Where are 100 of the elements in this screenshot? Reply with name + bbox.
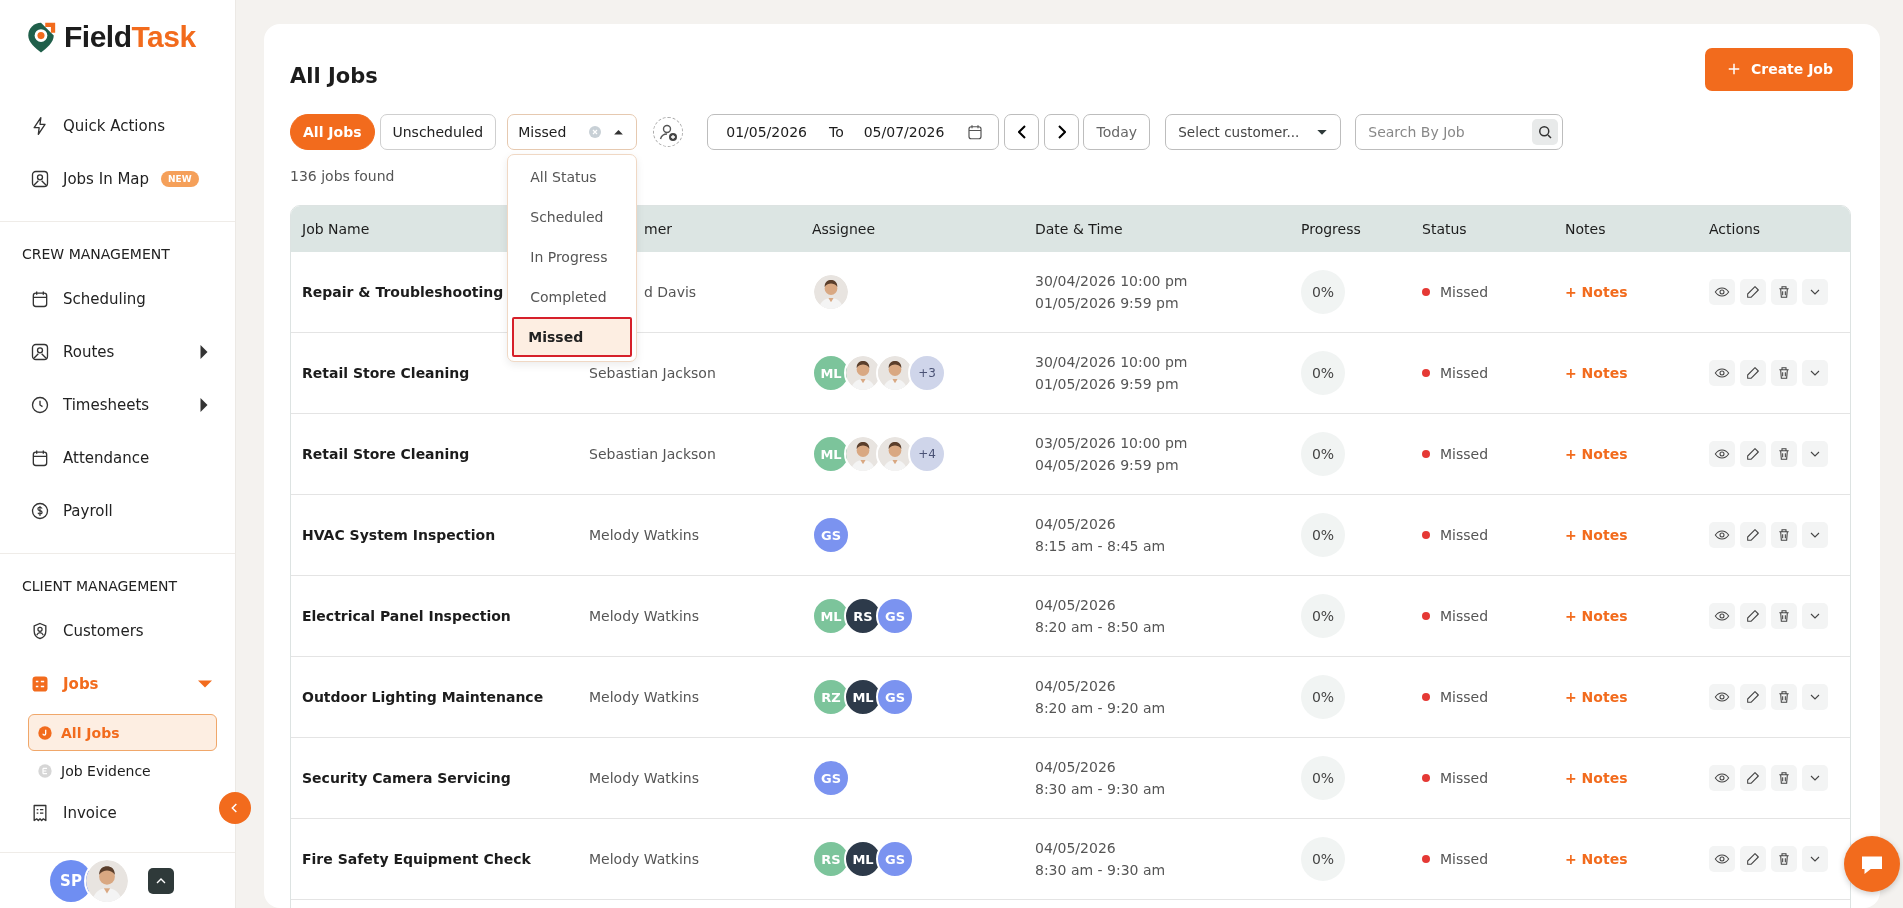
- status-text: Missed: [1440, 689, 1489, 705]
- view-icon: [1714, 284, 1730, 300]
- nav-item[interactable]: Quick Actions: [0, 99, 217, 152]
- view-button[interactable]: [1709, 522, 1735, 548]
- job-name: Retail Store Cleaning: [301, 446, 471, 462]
- nav-item[interactable]: Invoice: [0, 790, 217, 836]
- nav-item[interactable]: Jobs In Map NEW: [0, 152, 217, 205]
- view-button[interactable]: [1709, 279, 1735, 305]
- section-heading: CREW MANAGEMENT: [21, 245, 171, 264]
- delete-button[interactable]: [1771, 765, 1797, 791]
- pencil-icon: [1745, 446, 1761, 462]
- status-text: Missed: [1440, 770, 1489, 786]
- progress-badge: 0%: [1301, 270, 1345, 314]
- page-title: All Jobs: [290, 64, 378, 88]
- filter-tab[interactable]: Unscheduled: [379, 114, 497, 150]
- edit-button[interactable]: [1740, 279, 1766, 305]
- date-time: 03/05/2026 10:00 pm: [1035, 434, 1189, 453]
- delete-button[interactable]: [1771, 603, 1797, 629]
- customer-name: Melody Watkins: [588, 689, 700, 705]
- status-text: Missed: [1440, 527, 1489, 543]
- dropdown-option[interactable]: In Progress: [512, 237, 633, 277]
- status-dropdown[interactable]: Missed: [507, 114, 638, 150]
- edit-button[interactable]: [1740, 360, 1766, 386]
- trash-icon: [1776, 689, 1792, 705]
- delete-button[interactable]: [1771, 522, 1797, 548]
- delete-button[interactable]: [1771, 441, 1797, 467]
- assign-user-button[interactable]: [653, 117, 684, 147]
- date-time: 8:20 am - 9:20 am: [1035, 699, 1167, 718]
- avatar: GS: [876, 678, 914, 716]
- view-button[interactable]: [1709, 765, 1735, 791]
- pencil-icon: [1745, 770, 1761, 786]
- column-header: Job Name: [300, 221, 370, 237]
- chat-button[interactable]: [1844, 836, 1900, 892]
- previous-button[interactable]: [1004, 114, 1040, 150]
- date-time: 8:30 am - 9:30 am: [1035, 780, 1167, 799]
- view-button[interactable]: [1709, 603, 1735, 629]
- more-count: +4: [908, 435, 946, 473]
- view-button[interactable]: [1709, 360, 1735, 386]
- progress-badge: 0%: [1301, 756, 1345, 800]
- today-button[interactable]: Today: [1083, 114, 1151, 150]
- delete-button[interactable]: [1771, 279, 1797, 305]
- edit-button[interactable]: [1740, 684, 1766, 710]
- trash-icon: [1776, 284, 1792, 300]
- customer-dropdown[interactable]: Select customer...: [1165, 114, 1342, 150]
- nav-item[interactable]: Timesheets: [0, 378, 217, 431]
- status-text: Missed: [1440, 608, 1489, 624]
- edit-button[interactable]: [1740, 522, 1766, 548]
- dropdown-option[interactable]: Completed: [512, 277, 633, 317]
- progress-badge: 0%: [1301, 675, 1345, 719]
- pencil-icon: [1745, 527, 1761, 543]
- nav-item[interactable]: Attendance: [0, 431, 217, 484]
- job-name: Outdoor Lighting Maintenance: [301, 689, 545, 705]
- logo-text: FieldTask: [64, 20, 196, 54]
- delete-button[interactable]: [1771, 360, 1797, 386]
- dropdown-option[interactable]: Scheduled: [512, 197, 633, 237]
- nav-item[interactable]: Scheduling: [0, 272, 217, 325]
- job-name: Security Camera Servicing: [301, 770, 512, 786]
- date-time: 30/04/2026 10:00 pm: [1035, 353, 1189, 372]
- result-count: 136 jobs found: [290, 168, 395, 184]
- nav-item[interactable]: Customers: [0, 604, 217, 657]
- trash-icon: [1776, 851, 1792, 867]
- date-time: 8:20 am - 8:50 am: [1035, 618, 1167, 637]
- customer-name: Melody Watkins: [588, 527, 700, 543]
- view-button[interactable]: [1709, 846, 1735, 872]
- dollar-icon: [30, 500, 50, 521]
- search-field[interactable]: Search By Job: [1355, 114, 1564, 150]
- chevron-right-icon: [1057, 125, 1066, 139]
- trash-icon: [1776, 608, 1792, 624]
- edit-button[interactable]: [1740, 441, 1766, 467]
- customer-name: Sebastian Jackson: [588, 446, 717, 462]
- date-time: 01/05/2026 9:59 pm: [1035, 294, 1180, 313]
- customer-name: Melody Watkins: [588, 770, 700, 786]
- date-time: 04/05/2026 9:59 pm: [1035, 456, 1180, 475]
- nav-item[interactable]: Payroll: [0, 484, 217, 537]
- view-button[interactable]: [1709, 441, 1735, 467]
- progress-badge: 0%: [1301, 351, 1345, 395]
- date-range-field[interactable]: 01/05/2026 To 05/07/2026: [707, 114, 1000, 150]
- edit-button[interactable]: [1740, 846, 1766, 872]
- view-button[interactable]: [1709, 684, 1735, 710]
- pencil-icon: [1745, 284, 1761, 300]
- job-name: HVAC System Inspection: [301, 527, 497, 543]
- edit-button[interactable]: [1740, 765, 1766, 791]
- view-icon: [1714, 608, 1730, 624]
- trash-icon: [1776, 446, 1792, 462]
- nav-subitem[interactable]: Job Evidence: [28, 752, 217, 789]
- avatar: GS: [876, 840, 914, 878]
- job-name: Fire Safety Equipment Check: [301, 851, 532, 867]
- dropdown-option[interactable]: Missed: [512, 317, 633, 357]
- job-name: Electrical Panel Inspection: [301, 608, 512, 624]
- delete-button[interactable]: [1771, 846, 1797, 872]
- date-time: 04/05/2026: [1035, 839, 1117, 858]
- dropdown-option[interactable]: All Status: [512, 157, 633, 197]
- next-button[interactable]: [1044, 114, 1080, 150]
- avatar: GS: [876, 597, 914, 635]
- column-header: Assignee: [811, 221, 876, 237]
- nav-item[interactable]: Routes: [0, 325, 217, 378]
- expand-button[interactable]: [148, 867, 174, 894]
- view-icon: [1714, 851, 1730, 867]
- delete-button[interactable]: [1771, 684, 1797, 710]
- edit-button[interactable]: [1740, 603, 1766, 629]
